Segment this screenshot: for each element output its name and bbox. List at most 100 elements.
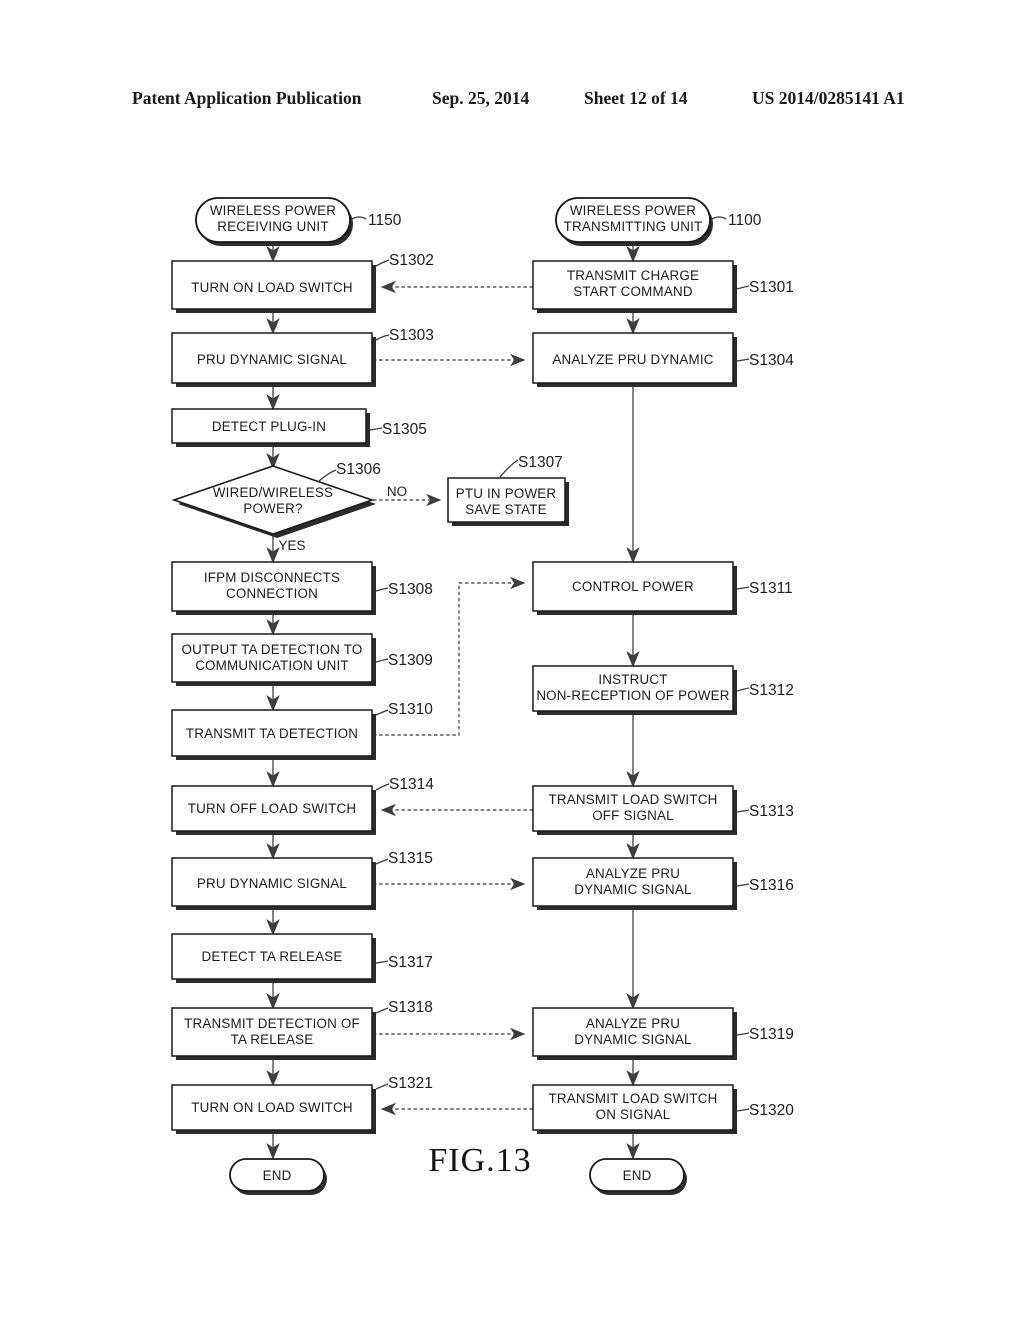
step-id-label: S1314	[389, 776, 434, 793]
node-label-line1: IFPM DISCONNECTS	[204, 570, 340, 585]
node-label-line2: RECEIVING UNIT	[217, 219, 328, 234]
step-id-label: S1321	[388, 1075, 433, 1092]
step-id-s1303: S1303	[375, 327, 434, 344]
step-id-s1302: S1302	[375, 252, 434, 269]
node-label-line2: OFF SIGNAL	[592, 808, 674, 823]
step-id-s1313: S1313	[736, 803, 794, 820]
step-id-s1309: S1309	[375, 652, 433, 669]
node-label: CONTROL POWER	[572, 579, 694, 594]
node-label: PRU DYNAMIC SIGNAL	[197, 352, 347, 367]
node-s1312-instruct-non-reception-of-power[interactable]: INSTRUCT NON-RECEPTION OF POWER	[532, 665, 737, 715]
step-id-label: S1319	[749, 1026, 794, 1043]
step-id-label: S1309	[388, 652, 433, 669]
node-label: TRANSMIT TA DETECTION	[186, 726, 358, 741]
node-label: TURN OFF LOAD SWITCH	[188, 801, 356, 816]
node-wireless-power-transmitting-unit[interactable]: WIRELESS POWER TRANSMITTING UNIT	[555, 197, 713, 246]
node-label: END	[623, 1168, 652, 1183]
step-id-s1308: S1308	[375, 581, 433, 598]
step-id-s1304: S1304	[736, 352, 794, 369]
node-label: END	[263, 1168, 292, 1183]
node-s1316-analyze-pru-dynamic-signal[interactable]: ANALYZE PRU DYNAMIC SIGNAL	[532, 857, 737, 910]
node-label-line2: TA RELEASE	[231, 1032, 314, 1047]
node-wireless-power-receiving-unit[interactable]: WIRELESS POWER RECEIVING UNIT	[195, 197, 353, 246]
node-label-line2: DYNAMIC SIGNAL	[574, 882, 691, 897]
step-id-label: S1313	[749, 803, 794, 820]
step-id-label: S1312	[749, 682, 794, 699]
node-s1321-turn-on-load-switch[interactable]: TURN ON LOAD SWITCH	[171, 1084, 376, 1134]
node-s1304-analyze-pru-dynamic[interactable]: ANALYZE PRU DYNAMIC	[532, 332, 737, 387]
node-label-line1: PTU IN POWER	[456, 486, 557, 501]
step-id-label: S1308	[388, 581, 433, 598]
node-label: DETECT PLUG-IN	[212, 419, 326, 434]
node-label-line2: TRANSMITTING UNIT	[564, 219, 703, 234]
node-label: ANALYZE PRU DYNAMIC	[552, 352, 713, 367]
node-end-right[interactable]: END	[589, 1158, 687, 1195]
step-id-s1314: S1314	[375, 776, 434, 793]
step-id-s1318: S1318	[375, 999, 433, 1016]
step-id-label: S1316	[749, 877, 794, 894]
node-label-line2: ON SIGNAL	[596, 1107, 671, 1122]
step-id-label: S1304	[749, 352, 794, 369]
node-label-line1: WIRED/WIRELESS	[213, 485, 333, 500]
node-s1319-analyze-pru-dynamic-signal[interactable]: ANALYZE PRU DYNAMIC SIGNAL	[532, 1007, 737, 1060]
node-label: TURN ON LOAD SWITCH	[191, 280, 353, 295]
node-s1314-turn-off-load-switch[interactable]: TURN OFF LOAD SWITCH	[171, 785, 376, 835]
node-s1320-transmit-load-switch-on-signal[interactable]: TRANSMIT LOAD SWITCH ON SIGNAL	[532, 1084, 737, 1134]
node-label-line1: WIRELESS POWER	[210, 203, 336, 218]
step-id-s1315: S1315	[375, 850, 433, 867]
reference-numeral-1150: 1150	[351, 212, 402, 229]
node-label-line1: ANALYZE PRU	[586, 1016, 680, 1031]
node-label-line1: OUTPUT TA DETECTION TO	[182, 642, 363, 657]
step-id-s1321: S1321	[375, 1075, 433, 1092]
node-s1301-transmit-charge-start-command[interactable]: TRANSMIT CHARGE START COMMAND	[532, 260, 737, 313]
step-id-label: S1303	[389, 327, 434, 344]
node-label: PRU DYNAMIC SIGNAL	[197, 876, 347, 891]
node-label-line1: ANALYZE PRU	[586, 866, 680, 881]
node-label-line2: POWER?	[243, 501, 302, 516]
step-id-s1307: S1307	[499, 454, 563, 478]
node-label-line2: COMMUNICATION UNIT	[195, 658, 349, 673]
step-id-s1317: S1317	[375, 954, 433, 971]
step-id-s1312: S1312	[736, 682, 794, 699]
step-id-s1319: S1319	[736, 1026, 794, 1043]
node-s1309-output-ta-detection[interactable]: OUTPUT TA DETECTION TO COMMUNICATION UNI…	[171, 633, 376, 686]
node-label-line1: WIRELESS POWER	[570, 203, 696, 218]
step-id-s1316: S1316	[736, 877, 794, 894]
step-id-s1305: S1305	[369, 421, 427, 438]
node-label-line2: SAVE STATE	[465, 502, 547, 517]
step-id-label: S1317	[388, 954, 433, 971]
step-id-label: S1306	[336, 461, 381, 478]
node-label-line2: CONNECTION	[226, 586, 318, 601]
node-s1313-transmit-load-switch-off-signal[interactable]: TRANSMIT LOAD SWITCH OFF SIGNAL	[532, 785, 737, 835]
node-s1307-ptu-in-power-save-state[interactable]: PTU IN POWER SAVE STATE	[447, 477, 569, 526]
node-label-line1: TRANSMIT DETECTION OF	[184, 1016, 360, 1031]
node-label: TURN ON LOAD SWITCH	[191, 1100, 353, 1115]
node-s1311-control-power[interactable]: CONTROL POWER	[532, 561, 737, 615]
node-s1302-turn-on-load-switch[interactable]: TURN ON LOAD SWITCH	[171, 260, 376, 313]
step-id-label: S1302	[389, 252, 434, 269]
step-id-label: S1311	[749, 580, 793, 597]
decision-no-label: NO	[387, 484, 407, 499]
step-id-s1306: S1306	[317, 461, 381, 483]
step-id-s1310: S1310	[375, 701, 433, 718]
step-id-s1301: S1301	[736, 279, 794, 296]
step-id-s1320: S1320	[736, 1102, 794, 1119]
decision-yes-label: YES	[278, 538, 305, 553]
node-s1310-transmit-ta-detection[interactable]: TRANSMIT TA DETECTION	[171, 709, 376, 760]
step-id-s1311: S1311	[736, 580, 793, 597]
step-id-label: S1307	[518, 454, 563, 471]
node-label-line1: TRANSMIT LOAD SWITCH	[549, 1091, 718, 1106]
step-id-label: S1301	[749, 279, 794, 296]
reference-label: 1150	[368, 212, 402, 229]
step-id-label: S1315	[388, 850, 433, 867]
node-s1318-transmit-detection-of-ta-release[interactable]: TRANSMIT DETECTION OF TA RELEASE	[171, 1007, 376, 1060]
node-s1308-ifpm-disconnects-connection[interactable]: IFPM DISCONNECTS CONNECTION	[171, 561, 376, 615]
node-s1315-pru-dynamic-signal[interactable]: PRU DYNAMIC SIGNAL	[171, 857, 376, 910]
node-s1317-detect-ta-release[interactable]: DETECT TA RELEASE	[171, 933, 376, 983]
node-s1305-detect-plug-in[interactable]: DETECT PLUG-IN	[171, 408, 370, 447]
reference-label: 1100	[728, 212, 762, 229]
node-s1303-pru-dynamic-signal[interactable]: PRU DYNAMIC SIGNAL	[171, 332, 376, 387]
node-end-left[interactable]: END	[229, 1158, 327, 1195]
node-label-line1: TRANSMIT LOAD SWITCH	[549, 792, 718, 807]
step-id-label: S1310	[388, 701, 433, 718]
